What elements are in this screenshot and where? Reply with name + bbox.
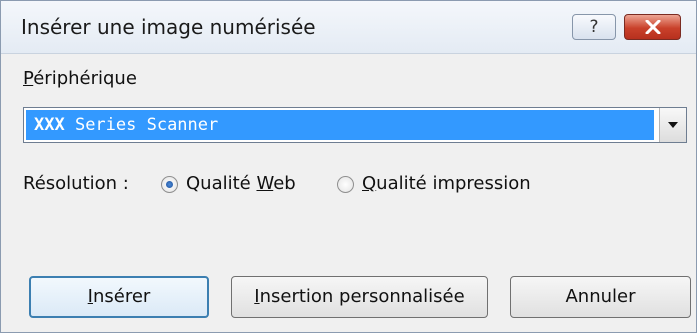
resolution-label: Résolution : [23,173,129,194]
custom-insert-button-label: nsertion personnalisée [259,286,465,307]
radio-web-label-rest: eb [273,173,296,194]
device-select[interactable]: XXX Series Scanner [23,107,687,143]
title-bar[interactable]: Insérer une image numérisée ? [1,1,696,54]
radio-web-label-mnemonic: W [256,173,274,194]
device-label-rest: ériphérique [33,68,137,89]
radio-web-label-prefix: Qualité [186,173,257,194]
device-dropdown-button[interactable] [659,108,686,142]
chevron-down-icon [668,122,678,128]
radio-print-label-rest: ualité impression [376,173,531,194]
help-button[interactable]: ? [572,14,616,40]
radio-print-label-mnemonic: Q [362,173,377,194]
close-button[interactable] [624,14,681,40]
radio-print-label: Qualité impression [362,173,531,194]
device-label-mnemonic: P [23,68,34,89]
radio-print-indicator[interactable] [337,176,354,193]
device-selected-value: XXX Series Scanner [26,110,654,140]
radio-web-label: Qualité Web [186,173,296,194]
radio-print-quality[interactable]: Qualité impression [337,173,567,197]
device-name-rest: Series Scanner [64,115,219,135]
radio-web-indicator[interactable] [161,176,178,193]
device-name-bold: XXX [34,115,65,135]
custom-insert-button[interactable]: Insertion personnalisée [231,276,488,318]
cancel-button[interactable]: Annuler [510,276,691,318]
insert-button-label: nsérer [92,286,151,307]
device-label: Périphérique [23,68,137,89]
help-icon: ? [589,17,599,37]
scan-dialog: Insérer une image numérisée ? Périphériq… [0,0,697,333]
dialog-title: Insérer une image numérisée [21,15,316,39]
radio-web-quality[interactable]: Qualité Web [161,173,321,197]
insert-button[interactable]: Insérer [29,276,209,318]
close-icon [645,20,661,34]
